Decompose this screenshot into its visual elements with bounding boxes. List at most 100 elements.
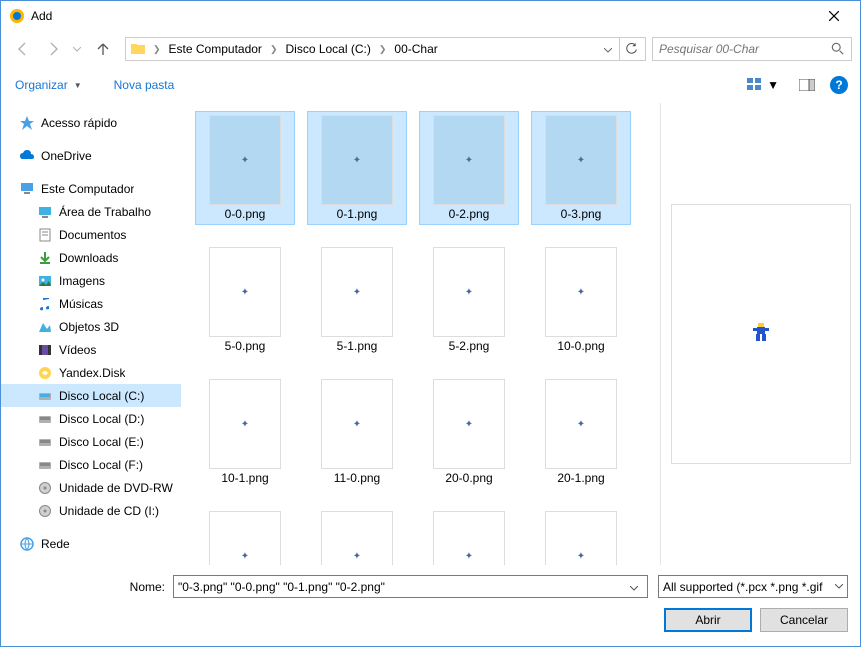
item-icon [37, 365, 53, 381]
file-thumbnail: ✦ [545, 379, 617, 469]
app-icon [9, 8, 25, 24]
sidebar-item[interactable]: Yandex.Disk [1, 361, 181, 384]
filetype-combobox[interactable]: All supported (*.pcx *.png *.gif [658, 575, 848, 598]
file-thumbnail: ✦ [321, 247, 393, 337]
view-mode-button[interactable]: ▼ [742, 75, 784, 95]
new-folder-button[interactable]: Nova pasta [112, 74, 177, 96]
navbar: ❯ Este Computador ❯ Disco Local (C:) ❯ 0… [1, 31, 860, 67]
up-button[interactable] [91, 37, 115, 61]
file-item[interactable]: ✦20-2.png [195, 507, 295, 565]
recent-dropdown[interactable] [69, 35, 85, 63]
file-item[interactable]: ✦0-1.png [307, 111, 407, 225]
file-thumbnail: ✦ [209, 115, 281, 205]
breadcrumb-separator: ❯ [374, 44, 392, 55]
file-item[interactable]: ✦5-0.png [195, 243, 295, 357]
sidebar-item[interactable]: Disco Local (F:) [1, 453, 181, 476]
file-dialog: Add ❯ Este Computador ❯ Disco Local (C:)… [0, 0, 861, 647]
item-icon [37, 319, 53, 335]
file-thumbnail: ✦ [545, 247, 617, 337]
preview-pane-button[interactable] [794, 76, 820, 94]
file-thumbnail: ✦ [433, 115, 505, 205]
star-icon [19, 115, 35, 131]
item-icon [37, 388, 53, 404]
search-icon [831, 42, 845, 56]
file-thumbnail: ✦ [209, 247, 281, 337]
file-item[interactable]: ✦ 20-1.png [531, 375, 631, 489]
item-icon [37, 227, 53, 243]
file-item[interactable]: ✦20-0.png [419, 375, 519, 489]
sidebar-item[interactable]: Disco Local (D:) [1, 407, 181, 430]
close-icon [829, 11, 839, 21]
file-name: 0-2.png [449, 207, 490, 221]
file-item[interactable]: ✦0-3.png [531, 111, 631, 225]
sidebar-item[interactable]: Disco Local (C:) [1, 384, 181, 407]
cloud-icon [19, 148, 35, 164]
arrow-up-icon [96, 42, 110, 56]
file-name: 5-2.png [449, 339, 490, 353]
sidebar-item[interactable]: Disco Local (E:) [1, 430, 181, 453]
sidebar-item[interactable]: Documentos [1, 223, 181, 246]
file-item[interactable]: ✦11-0.png [307, 375, 407, 489]
file-item[interactable]: ✦10-0.png [531, 243, 631, 357]
sidebar-quick-access[interactable]: Acesso rápido [1, 111, 181, 134]
sidebar-network[interactable]: Rede [1, 532, 181, 555]
help-button[interactable]: ? [830, 76, 848, 94]
back-button[interactable] [9, 35, 37, 63]
open-button[interactable]: Abrir [664, 608, 752, 632]
file-thumbnail: ✦ [209, 511, 281, 565]
file-name: 20-1.png [557, 471, 604, 485]
sprite-preview-icon [751, 323, 771, 345]
file-item[interactable]: ✦20-3.png [307, 507, 407, 565]
sidebar-this-pc[interactable]: Este Computador [1, 177, 181, 200]
sidebar-item[interactable]: Downloads [1, 246, 181, 269]
sidebar-item[interactable]: Área de Trabalho [1, 200, 181, 223]
refresh-button[interactable] [619, 38, 643, 60]
filename-input[interactable] [178, 580, 625, 594]
search-box[interactable] [652, 37, 852, 61]
forward-button[interactable] [39, 35, 67, 63]
titlebar: Add [1, 1, 860, 31]
breadcrumb-item[interactable]: Este Computador [166, 40, 265, 58]
file-item[interactable]: ✦5-1.png [307, 243, 407, 357]
sidebar-item[interactable]: Unidade de CD (I:) [1, 499, 181, 522]
address-dropdown[interactable] [599, 42, 617, 56]
sidebar-item[interactable]: Objetos 3D [1, 315, 181, 338]
file-name: 0-1.png [337, 207, 378, 221]
computer-icon [19, 181, 35, 197]
file-item[interactable]: ✦20-5.png [531, 507, 631, 565]
organize-menu[interactable]: Organizar▼ [13, 74, 84, 96]
breadcrumb-separator: ❯ [148, 44, 166, 55]
file-name: 0-3.png [561, 207, 602, 221]
item-icon [37, 250, 53, 266]
filename-dropdown[interactable] [625, 580, 643, 594]
cancel-button[interactable]: Cancelar [760, 608, 848, 632]
item-icon [37, 457, 53, 473]
folder-icon [130, 41, 146, 57]
file-thumbnail: ✦ [433, 379, 505, 469]
network-icon [19, 536, 35, 552]
breadcrumb-item[interactable]: 00-Char [391, 40, 440, 58]
file-name: 11-0.png [334, 471, 380, 485]
sidebar-item[interactable]: Unidade de DVD-RW [1, 476, 181, 499]
file-thumbnail: ✦ [321, 511, 393, 565]
file-item[interactable]: ✦10-1.png [195, 375, 295, 489]
file-item[interactable]: ✦ 0-2.png [419, 111, 519, 225]
file-item[interactable]: ✦0-0.png [195, 111, 295, 225]
preview-pane [660, 103, 860, 565]
toolbar: Organizar▼ Nova pasta ▼ ? [1, 67, 860, 103]
search-input[interactable] [659, 42, 831, 56]
breadcrumb-item[interactable]: Disco Local (C:) [282, 40, 373, 58]
sidebar-item[interactable]: Imagens [1, 269, 181, 292]
file-item[interactable]: ✦5-2.png [419, 243, 519, 357]
sidebar-item[interactable]: Vídeos [1, 338, 181, 361]
sidebar-item[interactable]: Músicas [1, 292, 181, 315]
file-list[interactable]: ✦0-0.png✦0-1.png✦0-2.png✦0-3.png✦5-0.png… [181, 103, 660, 565]
sidebar-onedrive[interactable]: OneDrive [1, 144, 181, 167]
address-bar[interactable]: ❯ Este Computador ❯ Disco Local (C:) ❯ 0… [125, 37, 646, 61]
file-item[interactable]: ✦20-4.png [419, 507, 519, 565]
main-area: ✦0-0.png✦0-1.png✦0-2.png✦0-3.png✦5-0.png… [181, 103, 860, 565]
file-thumbnail: ✦ [545, 511, 617, 565]
item-icon [37, 480, 53, 496]
close-button[interactable] [811, 1, 856, 31]
filename-combobox[interactable] [173, 575, 648, 598]
